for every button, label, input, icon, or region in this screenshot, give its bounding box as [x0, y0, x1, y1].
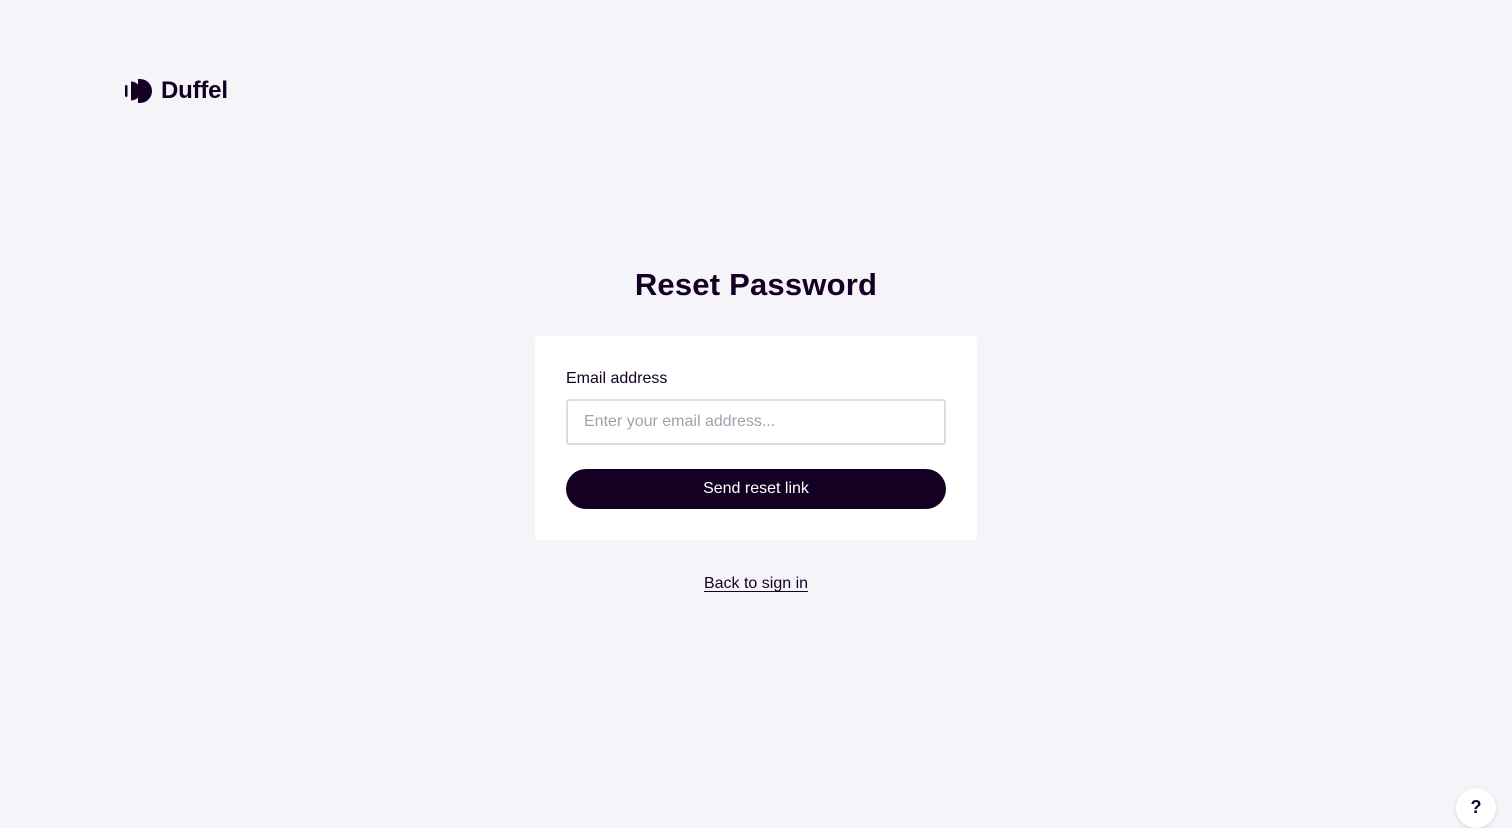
duffel-logo-icon	[125, 79, 152, 103]
send-reset-link-button[interactable]: Send reset link	[566, 469, 946, 509]
reset-password-card: Email address Send reset link	[535, 336, 977, 540]
help-button[interactable]: ?	[1456, 788, 1496, 828]
email-input[interactable]	[566, 399, 946, 445]
question-mark-icon: ?	[1470, 797, 1482, 817]
back-link-container: Back to sign in	[0, 573, 1512, 595]
back-to-sign-in-link[interactable]: Back to sign in	[704, 575, 808, 592]
brand-name: Duffel	[161, 77, 228, 104]
duffel-logo-link[interactable]: Duffel	[125, 77, 228, 105]
email-label: Email address	[566, 370, 668, 387]
page-title: Reset Password	[634, 267, 878, 302]
